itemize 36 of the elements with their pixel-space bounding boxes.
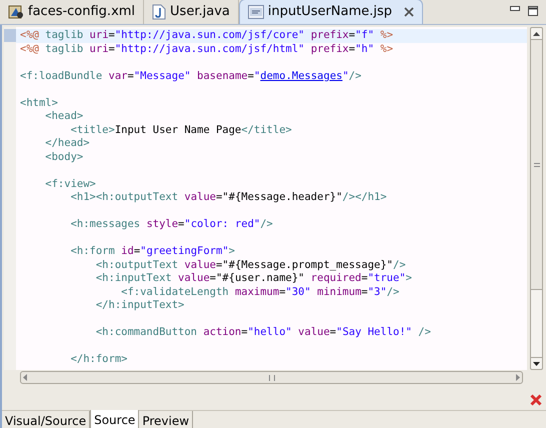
code-line: <head> [44, 110, 84, 124]
code-line: </h:inputText> [94, 299, 186, 312]
editor-tab[interactable]: User.java [144, 0, 239, 24]
delete-icon[interactable] [530, 394, 542, 406]
link[interactable]: demo.Messages [260, 70, 342, 82]
code-line: <h:messages style="color: red"/> [70, 218, 274, 232]
code-line: <html> [19, 96, 59, 110]
maximize-icon[interactable] [528, 6, 538, 16]
code-line: <body> [44, 150, 84, 164]
horizontal-scrollbar[interactable] [20, 371, 523, 384]
right-arrow-icon[interactable] [516, 374, 520, 381]
code-line: <h1><h:outputText value="#{Message.header}"/></h1> [70, 191, 388, 204]
code-line: </h:form> [70, 353, 128, 366]
code-line: <f:validateLength maximum="30" minimum="3"/> [120, 286, 400, 299]
code-line: <h:outputText value="#{Message.prompt_message}"/> [94, 258, 407, 272]
code-line: <h:form id="greetingForm"> [70, 245, 236, 258]
code-line: <%@ taglib uri="http://java.sun.com/jsf/html" prefix="h" %> [19, 42, 394, 56]
code-line: <f:loadBundle var="Message" basename="demo.Messages"/> [19, 70, 362, 83]
down-arrow-icon[interactable] [533, 362, 540, 366]
minimize-icon[interactable] [510, 6, 520, 12]
view-tab[interactable]: Source [90, 410, 140, 428]
code-line: <f:view> [44, 178, 97, 191]
up-arrow-icon[interactable] [533, 32, 540, 36]
editor-tab[interactable]: inputUserName.jsp [238, 0, 424, 24]
left-arrow-icon[interactable] [23, 374, 27, 381]
java-file-icon [152, 4, 166, 20]
config-file-icon [8, 4, 24, 20]
code-line: <title>Input User Name Page</title> [70, 124, 293, 137]
editor-tab[interactable]: faces-config.xml [0, 0, 144, 24]
code-line: <h:inputText value="#{user.name}" required="true"> [94, 272, 413, 286]
code-line: <h:commandButton action="hello" value="Say Hello!" /> [94, 326, 432, 340]
web-page-icon [248, 5, 264, 19]
code-line: </head> [44, 137, 91, 150]
view-tab[interactable]: Preview [139, 411, 194, 428]
vertical-scrollbar[interactable] [530, 27, 543, 370]
close-icon[interactable] [404, 7, 414, 17]
